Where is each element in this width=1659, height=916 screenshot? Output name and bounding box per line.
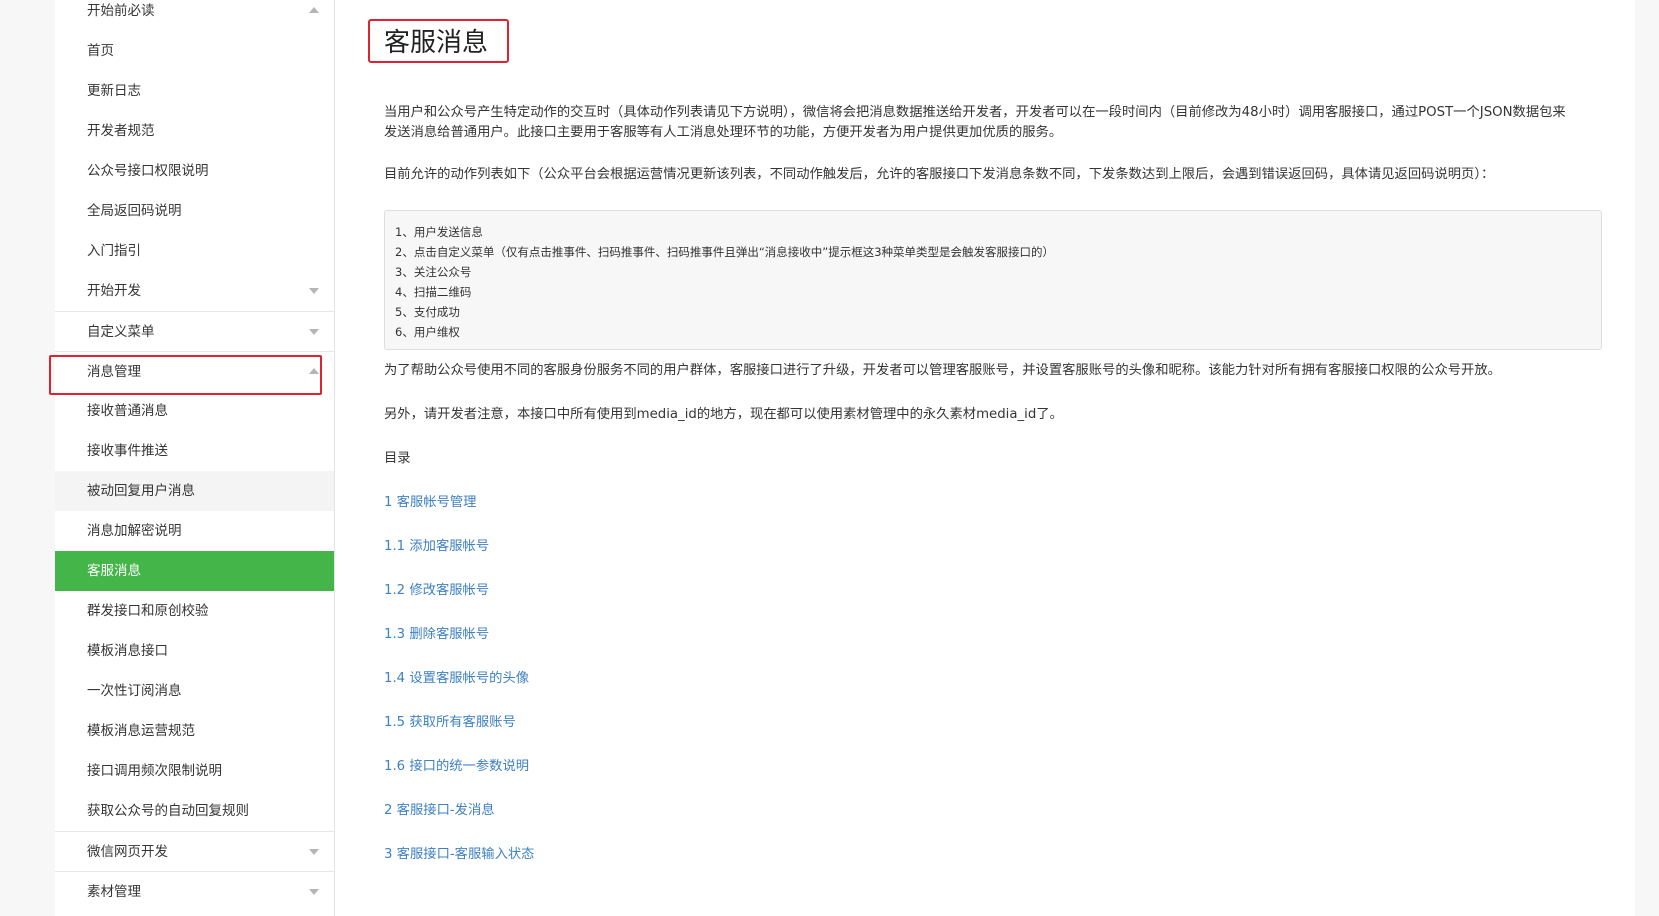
sidebar-item[interactable]: 微信网页开发 — [55, 831, 334, 871]
action-line: 6、用户维权 — [395, 325, 460, 339]
sidebar-item[interactable]: 客服消息 — [55, 551, 334, 591]
toc-link-add-account[interactable]: 1.1 添加客服帐号 — [384, 537, 489, 557]
toc-link-set-avatar[interactable]: 1.4 设置客服帐号的头像 — [384, 669, 529, 689]
sidebar-item-label: 开始开发 — [87, 283, 141, 299]
sidebar-item[interactable]: 接口调用频次限制说明 — [55, 751, 334, 791]
toc-link-account-management[interactable]: 1 客服帐号管理 — [384, 493, 476, 513]
toc-heading: 目录 — [384, 451, 411, 466]
sidebar-item[interactable]: 一次性订阅消息 — [55, 671, 334, 711]
page-title: 客服消息 — [384, 28, 489, 58]
right-gutter — [1635, 0, 1659, 916]
action-line: 5、支付成功 — [395, 305, 460, 319]
sidebar-item[interactable]: 接收事件推送 — [55, 431, 334, 471]
left-gutter — [0, 0, 55, 916]
sidebar-item[interactable]: 模板消息运营规范 — [55, 711, 334, 751]
caret-up-icon[interactable] — [309, 368, 319, 374]
page: 开始前必读首页更新日志开发者规范公众号接口权限说明 全局返回码说明 入门指引开始开发… — [0, 0, 1659, 916]
sidebar-item[interactable]: 获取公众号的自动回复规则 — [55, 791, 334, 831]
sidebar-item-label: 开始前必读 — [87, 3, 155, 19]
toc-link-send-message[interactable]: 2 客服接口-发消息 — [384, 801, 495, 821]
media-id-note: 另外，请开发者注意，本接口中所有使用到media_id的地方，现在都可以使用素材… — [384, 407, 1063, 422]
sidebar-item[interactable]: 被动回复用户消息 — [55, 471, 334, 511]
sidebar-nav: 开始前必读首页更新日志开发者规范公众号接口权限说明 全局返回码说明 入门指引开始开发… — [55, 0, 335, 916]
sidebar-item-label: 首页 — [87, 43, 114, 59]
sidebar-item[interactable]: 接收普通消息 — [55, 391, 334, 431]
action-line: 2、点击自定义菜单（仅有点击推事件、扫码推事件、扫码推事件且弹出“消息接收中”提… — [395, 245, 1055, 259]
caret-down-icon[interactable] — [309, 849, 319, 855]
sidebar-item[interactable]: 自定义菜单 — [55, 311, 334, 351]
sidebar-item-label: 客服消息 — [87, 563, 141, 579]
caret-down-icon[interactable] — [309, 329, 319, 335]
sidebar-item[interactable]: 公众号接口权限说明 — [55, 151, 334, 191]
toc-link-list-accounts[interactable]: 1.5 获取所有客服账号 — [384, 713, 516, 733]
sidebar-item[interactable]: 全局返回码说明 — [55, 191, 334, 231]
upgrade-note: 为了帮助公众号使用不同的客服身份服务不同的用户群体，客服接口进行了升级，开发者可… — [384, 363, 1501, 378]
sidebar-item-label: 接口调用频次限制说明 — [87, 763, 222, 779]
sidebar-item-label: 模板消息接口 — [87, 643, 168, 659]
action-line: 4、扫描二维码 — [395, 285, 472, 299]
sidebar-item[interactable]: 模板消息接口 — [55, 631, 334, 671]
caret-down-icon[interactable] — [309, 288, 319, 294]
actions-code-block: 1、用户发送信息 2、点击自定义菜单（仅有点击推事件、扫码推事件、扫码推事件且弹… — [384, 210, 1602, 350]
allowed-actions-intro: 目前允许的动作列表如下（公众平台会根据运营情况更新该列表，不同动作触发后，允许的… — [384, 167, 1495, 182]
sidebar-item-label: 一次性订阅消息 — [87, 683, 182, 699]
sidebar-item[interactable]: 开始开发 — [55, 271, 334, 311]
sidebar-item-label: 模板消息运营规范 — [87, 723, 195, 739]
sidebar-item[interactable]: 开始前必读 — [55, 0, 334, 31]
sidebar-item[interactable]: 入门指引 — [55, 231, 334, 271]
sidebar-item-label: 消息加解密说明 — [87, 523, 182, 539]
sidebar-item[interactable]: 首页 — [55, 31, 334, 71]
sidebar-item-label: 公众号接口权限说明 — [87, 163, 209, 179]
sidebar-item-label: 更新日志 — [87, 83, 141, 99]
toc-link-edit-account[interactable]: 1.2 修改客服帐号 — [384, 581, 489, 601]
sidebar-item[interactable]: 素材管理 — [55, 871, 334, 911]
sidebar-item-label: 群发接口和原创校验 — [87, 603, 209, 619]
action-line: 1、用户发送信息 — [395, 225, 483, 239]
sidebar-item-label: 接收普通消息 — [87, 403, 168, 419]
sidebar-item-label: 被动回复用户消息 — [87, 483, 195, 499]
sidebar-item-label: 获取公众号的自动回复规则 — [87, 803, 249, 819]
toc-link-common-params[interactable]: 1.6 接口的统一参数说明 — [384, 757, 529, 777]
toc-link-typing-status[interactable]: 3 客服接口-客服输入状态 — [384, 845, 534, 865]
sidebar-item-label: 微信网页开发 — [87, 844, 168, 860]
caret-down-icon[interactable] — [309, 889, 319, 895]
sidebar-item[interactable]: 消息加解密说明 — [55, 511, 334, 551]
sidebar-item-label: 开发者规范 — [87, 123, 155, 139]
action-line: 3、关注公众号 — [395, 265, 472, 279]
sidebar-item[interactable]: 开发者规范 — [55, 111, 334, 151]
toc-link-delete-account[interactable]: 1.3 删除客服帐号 — [384, 625, 489, 645]
sidebar-item[interactable]: 更新日志 — [55, 71, 334, 111]
sidebar-item-label: 接收事件推送 — [87, 443, 168, 459]
sidebar-item-label: 自定义菜单 — [87, 324, 155, 340]
intro-paragraph: 当用户和公众号产生特定动作的交互时（具体动作列表请见下方说明），微信将会把消息数… — [384, 105, 1566, 140]
caret-up-icon[interactable] — [309, 7, 319, 13]
sidebar-item[interactable]: 消息管理 — [55, 351, 334, 391]
sidebar-item-label: 全局返回码说明 — [87, 203, 182, 219]
sidebar-item-label: 素材管理 — [87, 884, 141, 900]
sidebar-item[interactable]: 群发接口和原创校验 — [55, 591, 334, 631]
sidebar-item-label: 入门指引 — [87, 243, 141, 259]
sidebar-item-label: 消息管理 — [87, 364, 141, 380]
